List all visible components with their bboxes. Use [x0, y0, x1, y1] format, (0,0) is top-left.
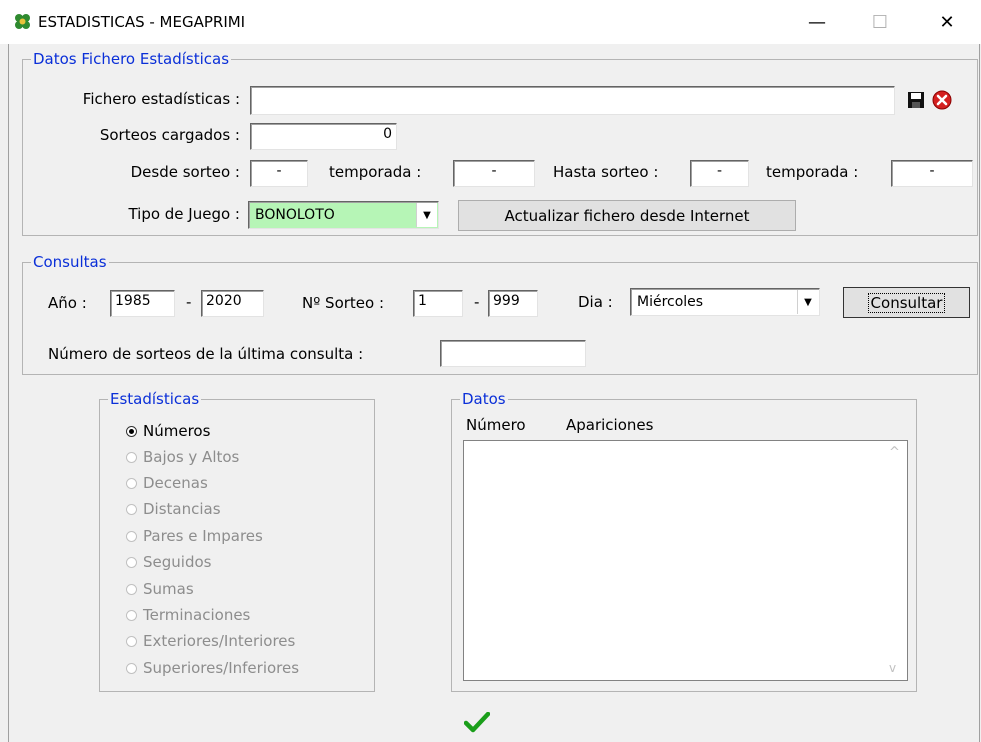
col-numero-header: Número	[466, 416, 526, 434]
tipo-juego-label: Tipo de Juego :	[128, 205, 240, 223]
title-bar: ESTADISTICAS - MEGAPRIMI — ☐ ✕	[0, 0, 981, 44]
radio-selected-icon	[126, 425, 137, 437]
scroll-up-icon[interactable]: ^	[889, 445, 900, 460]
radio-label: Sumas	[143, 580, 194, 598]
temporada-hasta-label: temporada :	[766, 163, 859, 181]
radio-label: Seguidos	[143, 553, 212, 571]
desde-sorteo-label: Desde sorteo :	[130, 163, 240, 181]
radio-decenas: Decenas	[126, 474, 208, 492]
dia-select[interactable]: Miércoles ▼	[630, 288, 820, 316]
radio-terminaciones: Terminaciones	[126, 606, 250, 624]
radio-label: Decenas	[143, 474, 208, 492]
desde-sorteo-field[interactable]: -	[250, 160, 308, 187]
datos-list[interactable]	[463, 440, 908, 681]
radio-superiores-inferiores: Superiores/Inferiores	[126, 659, 299, 677]
actualizar-button[interactable]: Actualizar fichero desde Internet	[458, 200, 796, 231]
numero-sorteos-field[interactable]	[440, 340, 586, 367]
fichero-field[interactable]	[250, 86, 895, 115]
red-x-circle-icon[interactable]	[932, 90, 952, 110]
radio-label: Números	[143, 422, 211, 440]
radio-numeros[interactable]: Números	[126, 422, 210, 440]
radio-label: Distancias	[143, 500, 221, 518]
hasta-sorteo-label: Hasta sorteo :	[553, 163, 659, 181]
radio-seguidos: Seguidos	[126, 553, 211, 571]
close-button[interactable]: ✕	[920, 0, 974, 44]
radio-label: Bajos y Altos	[143, 448, 240, 466]
chevron-down-icon[interactable]: ▼	[797, 290, 818, 314]
consultas-legend: Consultas	[33, 253, 107, 271]
radio-label: Exteriores/Interiores	[143, 632, 296, 650]
minimize-button[interactable]: —	[790, 0, 844, 44]
radio-sumas: Sumas	[126, 580, 194, 598]
consultar-label: Consultar	[867, 292, 946, 313]
radio-icon	[126, 635, 137, 647]
radio-icon	[126, 530, 137, 542]
radio-bajos-altos: Bajos y Altos	[126, 448, 239, 466]
radio-icon	[126, 556, 137, 568]
sorteo-to-field[interactable]: 999	[488, 290, 538, 317]
anio-label: Año :	[48, 294, 87, 312]
sorteo-label: Nº Sorteo :	[302, 294, 385, 312]
radio-icon	[126, 503, 137, 515]
dia-value: Miércoles	[637, 294, 704, 310]
radio-label: Superiores/Inferiores	[143, 659, 300, 677]
sorteos-cargados-label: Sorteos cargados :	[99, 126, 240, 144]
sorteo-dash: -	[474, 293, 480, 311]
radio-pares-impares: Pares e Impares	[126, 527, 263, 545]
anio-from-field[interactable]: 1985	[110, 290, 175, 317]
green-check-icon[interactable]	[464, 712, 490, 734]
fichero-legend: Datos Fichero Estadísticas	[33, 50, 230, 68]
col-apariciones-header: Apariciones	[566, 416, 654, 434]
radio-exteriores-interiores: Exteriores/Interiores	[126, 632, 295, 650]
dia-label: Dia :	[578, 293, 613, 311]
radio-icon	[126, 609, 137, 621]
scroll-down-icon[interactable]: v	[889, 661, 896, 675]
maximize-button[interactable]: ☐	[853, 0, 907, 44]
clover-icon	[15, 14, 30, 29]
anio-dash: -	[186, 293, 192, 311]
radio-distancias: Distancias	[126, 500, 221, 518]
consultar-button[interactable]: Consultar	[843, 287, 970, 318]
radio-label: Pares e Impares	[143, 527, 263, 545]
radio-icon	[126, 662, 137, 674]
temporada-desde-field[interactable]: -	[453, 160, 535, 187]
hasta-sorteo-field[interactable]: -	[690, 160, 749, 187]
radio-label: Terminaciones	[143, 606, 251, 624]
numero-sorteos-label: Número de sorteos de la última consulta …	[48, 345, 364, 363]
estadisticas-legend: Estadísticas	[110, 390, 200, 408]
chevron-down-icon[interactable]: ▼	[416, 203, 437, 227]
tipo-juego-select[interactable]: BONOLOTO ▼	[248, 201, 439, 229]
radio-icon	[126, 477, 137, 489]
sorteo-from-field[interactable]: 1	[413, 290, 463, 317]
sorteos-cargados-field[interactable]: 0	[250, 123, 397, 150]
radio-icon	[126, 583, 137, 595]
floppy-disk-icon[interactable]	[907, 91, 925, 109]
datos-legend: Datos	[462, 390, 506, 408]
radio-icon	[126, 451, 137, 463]
anio-to-field[interactable]: 2020	[201, 290, 264, 317]
temporada-desde-label: temporada :	[329, 163, 422, 181]
window-title: ESTADISTICAS - MEGAPRIMI	[38, 13, 246, 31]
tipo-juego-value: BONOLOTO	[255, 207, 335, 223]
scrollbar[interactable]: ^ v	[880, 441, 907, 680]
fichero-label: Fichero estadísticas :	[82, 90, 240, 108]
temporada-hasta-field[interactable]: -	[891, 160, 973, 187]
